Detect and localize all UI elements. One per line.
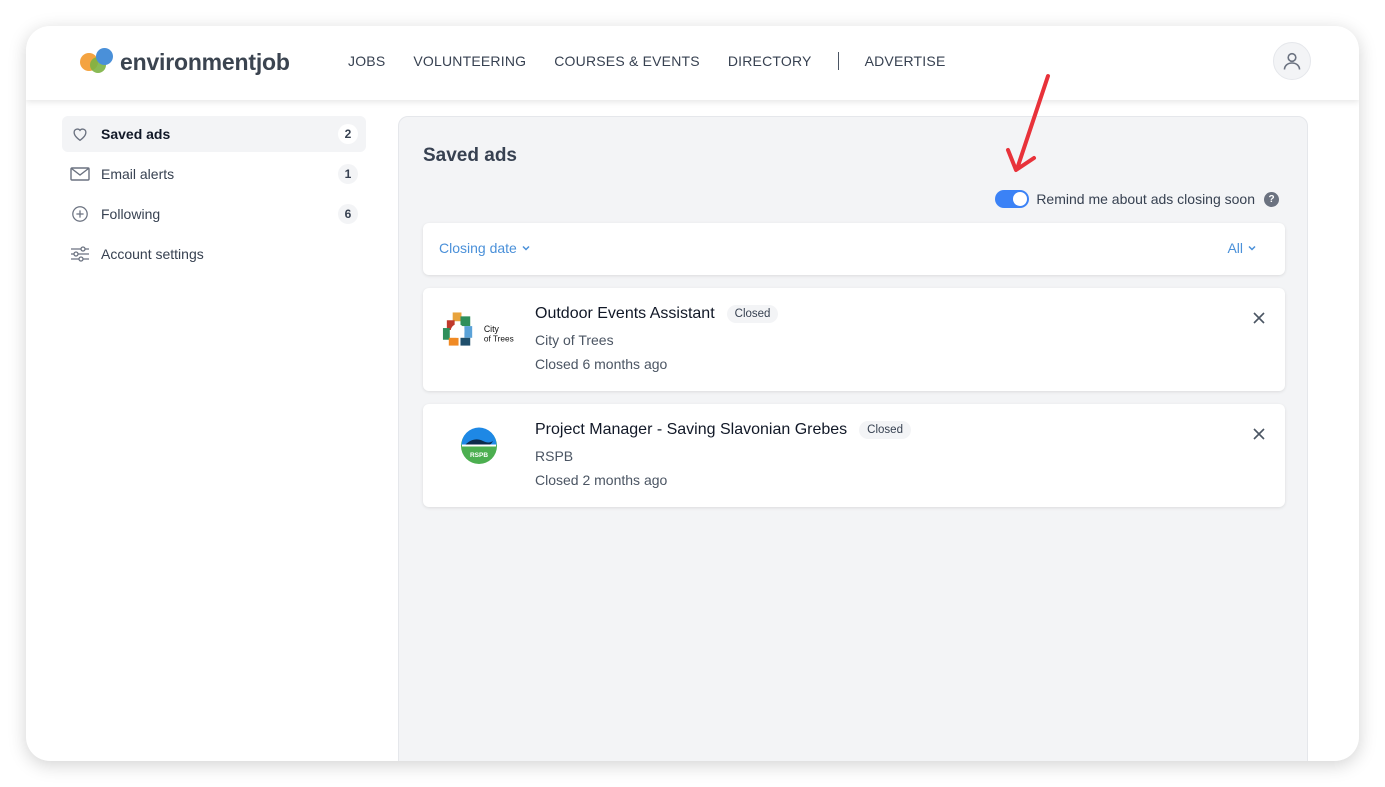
- scope-dropdown[interactable]: All: [1227, 240, 1257, 256]
- ad-title[interactable]: Project Manager - Saving Slavonian Grebe…: [535, 421, 847, 439]
- reminder-label: Remind me about ads closing soon: [1036, 191, 1255, 207]
- status-badge: Closed: [859, 421, 911, 439]
- close-icon[interactable]: [1251, 310, 1267, 326]
- nav-divider: [837, 52, 839, 70]
- ad-title[interactable]: Outdoor Events Assistant: [535, 305, 715, 323]
- city-of-trees-logo: City of Trees: [441, 310, 517, 350]
- saved-ad-card[interactable]: City of Trees Outdoor Events Assistant C…: [423, 288, 1285, 391]
- top-header: environmentjob JOBS VOLUNTEERING COURSES…: [26, 26, 1359, 100]
- ad-closed-date: Closed 6 months ago: [535, 356, 668, 372]
- nav-courses-events[interactable]: COURSES & EVENTS: [554, 53, 700, 69]
- count-badge: 6: [338, 204, 358, 224]
- nav-advertise[interactable]: ADVERTISE: [865, 53, 946, 69]
- ad-closed-date: Closed 2 months ago: [535, 472, 668, 488]
- count-badge: 2: [338, 124, 358, 144]
- saved-ads-panel: Saved ads Remind me about ads closing so…: [398, 116, 1308, 761]
- nav-directory[interactable]: DIRECTORY: [728, 53, 812, 69]
- sidebar-item-label: Account settings: [101, 246, 204, 262]
- ad-organization: RSPB: [535, 448, 574, 464]
- sort-dropdown[interactable]: Closing date: [439, 240, 531, 256]
- nav-jobs[interactable]: JOBS: [348, 53, 385, 69]
- saved-ad-card[interactable]: RSPB Project Manager - Saving Slavonian …: [423, 404, 1285, 507]
- sidebar-item-label: Saved ads: [101, 126, 171, 142]
- user-icon: [1283, 52, 1301, 70]
- chevron-down-icon: [522, 245, 530, 251]
- app-window: environmentjob JOBS VOLUNTEERING COURSES…: [26, 26, 1359, 761]
- main-nav: JOBS VOLUNTEERING COURSES & EVENTS DIREC…: [348, 52, 973, 70]
- chevron-down-icon: [1248, 245, 1256, 251]
- brand-name: environmentjob: [120, 48, 290, 75]
- logo-text-rspb: RSPB: [470, 452, 488, 459]
- sliders-icon: [70, 244, 90, 264]
- ad-organization: City of Trees: [535, 332, 614, 348]
- help-icon[interactable]: ?: [1264, 191, 1279, 207]
- sidebar-item-label: Email alerts: [101, 166, 175, 182]
- mail-icon: [70, 164, 90, 184]
- logo-text-of-trees: of Trees: [484, 335, 514, 344]
- rspb-logo: RSPB: [441, 426, 517, 466]
- account-sidebar: Saved ads 2 Email alerts 1 Following 6 A…: [62, 116, 366, 276]
- scope-label: All: [1227, 240, 1243, 256]
- sidebar-item-saved-ads[interactable]: Saved ads 2: [62, 116, 366, 152]
- brand-logo[interactable]: environmentjob: [80, 46, 290, 78]
- plus-circle-icon: [70, 204, 90, 224]
- close-icon[interactable]: [1251, 426, 1267, 442]
- sidebar-item-following[interactable]: Following 6: [62, 196, 366, 232]
- page-title: Saved ads: [423, 145, 517, 166]
- sort-label: Closing date: [439, 240, 517, 256]
- nav-volunteering[interactable]: VOLUNTEERING: [413, 53, 526, 69]
- sidebar-item-email-alerts[interactable]: Email alerts 1: [62, 156, 366, 192]
- filter-bar: Closing date All: [423, 223, 1285, 275]
- user-avatar-button[interactable]: [1273, 42, 1311, 80]
- reminder-setting: Remind me about ads closing soon ?: [995, 190, 1279, 208]
- reminder-toggle[interactable]: [995, 190, 1030, 208]
- sidebar-item-account-settings[interactable]: Account settings: [62, 236, 366, 272]
- sidebar-item-label: Following: [101, 206, 161, 222]
- logo-text-city: City: [484, 324, 500, 334]
- status-badge: Closed: [726, 305, 779, 323]
- heart-icon: [70, 124, 90, 144]
- brand-logo-icon: [80, 47, 116, 77]
- count-badge: 1: [338, 164, 358, 184]
- annotation-arrow-icon: [1006, 74, 1050, 172]
